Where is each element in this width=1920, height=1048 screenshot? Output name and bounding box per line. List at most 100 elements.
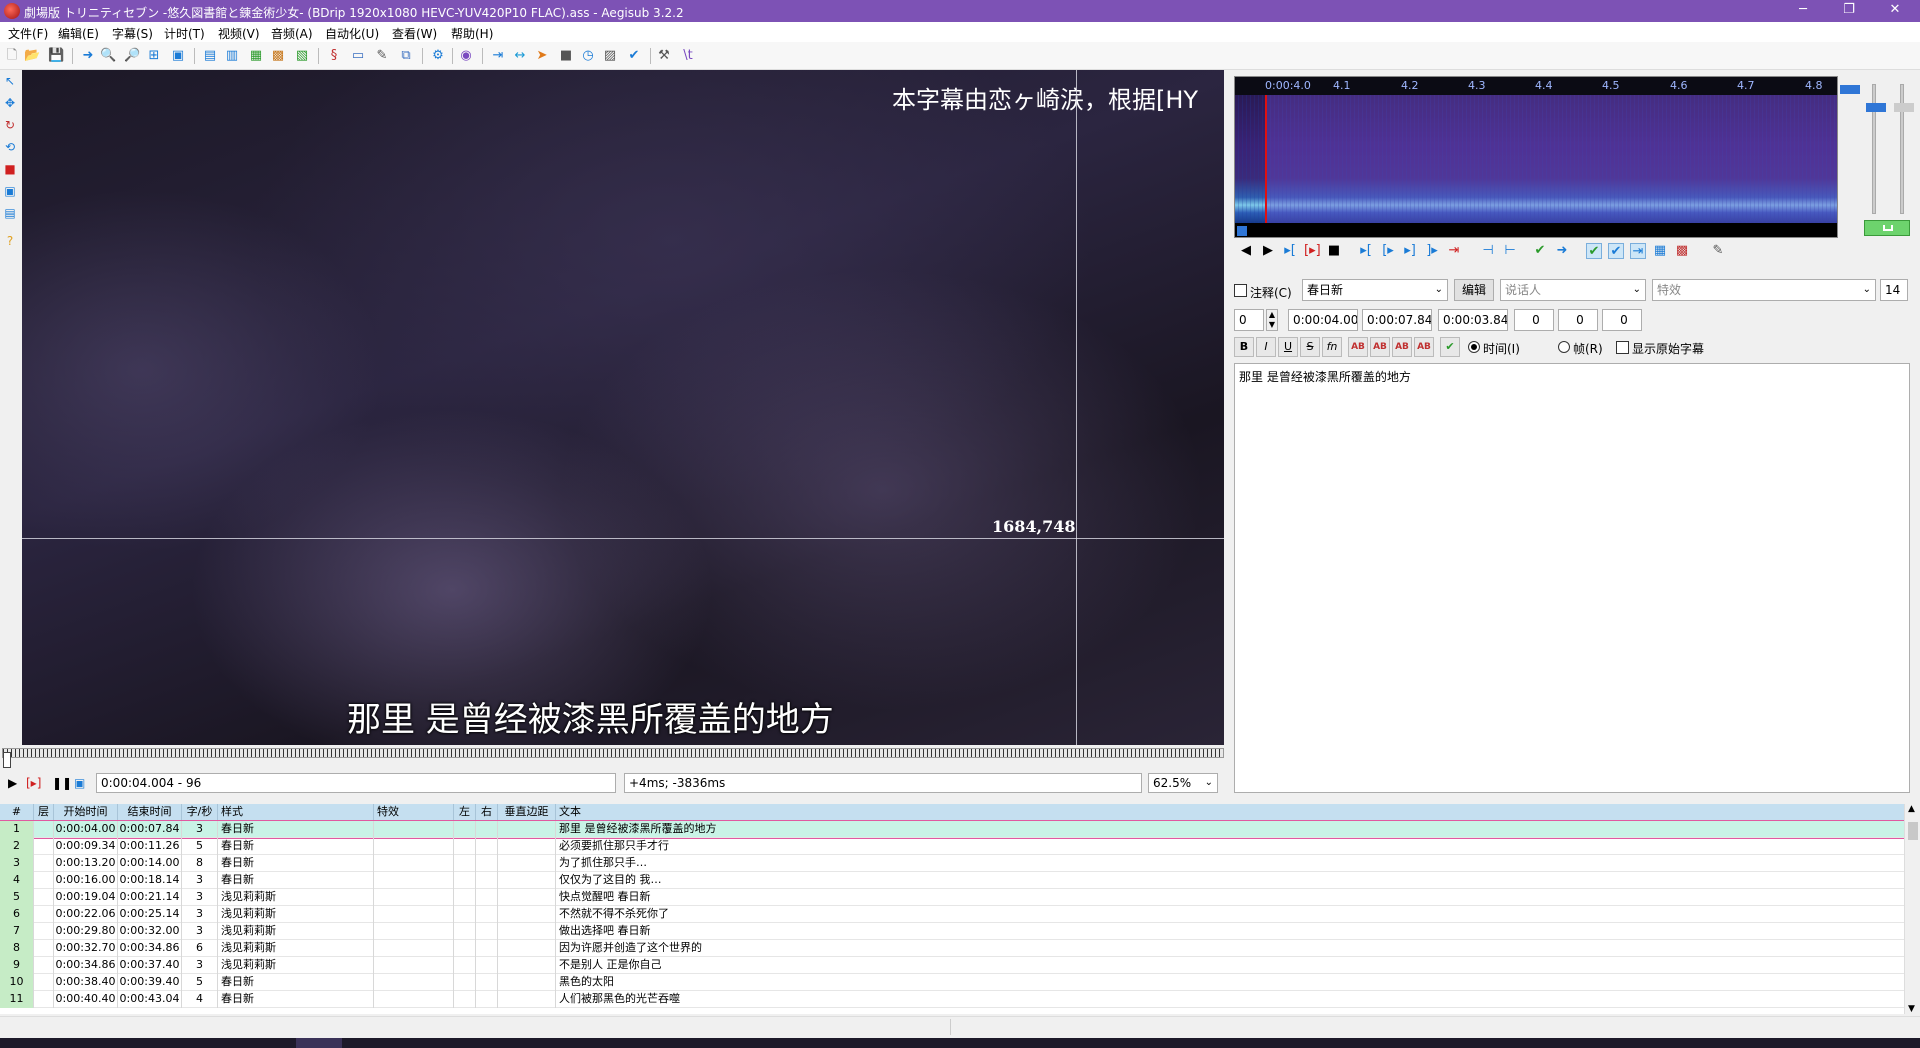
- audio-start-marker[interactable]: [1265, 95, 1267, 223]
- automation-icon[interactable]: ⚙: [430, 48, 446, 64]
- menu-automation[interactable]: 自动化(U): [325, 25, 379, 42]
- attachments-icon[interactable]: ▦: [248, 48, 264, 64]
- grid-scroll-thumb[interactable]: [1908, 822, 1918, 840]
- video-time-field[interactable]: 0:00:04.004 - 96: [96, 773, 616, 793]
- auto-next-icon[interactable]: ✔: [1608, 243, 1624, 259]
- open-file-icon[interactable]: 📂: [24, 48, 40, 64]
- zoom-out-icon[interactable]: 🔎: [124, 48, 140, 64]
- rotate-xy-tool-icon[interactable]: ⟲: [3, 140, 17, 154]
- video-display[interactable]: 本字幕由恋ヶ崎涙，根据[HY 1684,748 那里 是曾经被漆黑所覆盖的地方: [22, 70, 1224, 745]
- vector-clip-tool-icon[interactable]: ▤: [3, 206, 17, 220]
- resample-icon[interactable]: ▧: [294, 48, 310, 64]
- end-time-field[interactable]: 0:00:07.84: [1362, 309, 1432, 331]
- menu-view[interactable]: 查看(W): [392, 25, 437, 42]
- audio-selection[interactable]: [1265, 95, 1837, 223]
- grid-scrollbar[interactable]: ▲ ▼: [1904, 804, 1920, 1014]
- play-before-icon[interactable]: ▸[: [1358, 243, 1374, 259]
- play-to-end-icon[interactable]: ⇥: [1446, 243, 1462, 259]
- stop-icon[interactable]: ■: [558, 48, 574, 64]
- next-line-icon[interactable]: ▶: [1260, 243, 1276, 259]
- find-replace-icon[interactable]: ⧉: [398, 48, 414, 64]
- actor-select[interactable]: 说话人 ⌄: [1500, 279, 1646, 301]
- audio-scroll-thumb[interactable]: [1237, 226, 1247, 236]
- set-end-icon[interactable]: ⊢: [1502, 243, 1518, 259]
- restore-button[interactable]: ❐: [1826, 0, 1872, 22]
- fonts-collector-icon[interactable]: ▩: [270, 48, 286, 64]
- script-icon[interactable]: §: [326, 48, 342, 64]
- autoscroll-icon[interactable]: ▣: [74, 776, 85, 790]
- auto-scroll-audio-icon[interactable]: ⇥: [1630, 243, 1646, 259]
- stop-video-icon[interactable]: ❚❚: [52, 776, 72, 790]
- menu-edit[interactable]: 编辑(E): [58, 25, 99, 42]
- open-video-icon[interactable]: ▣: [170, 48, 186, 64]
- play-line-icon[interactable]: [▸]: [26, 776, 41, 790]
- table-row[interactable]: 6 0:00:22.06 0:00:25.14 3 浅见莉莉斯 不然就不得不杀死你了: [0, 906, 1904, 923]
- karaoke-icon[interactable]: ▩: [1674, 243, 1690, 259]
- col-header-layer[interactable]: 层: [34, 804, 54, 821]
- start-time-field[interactable]: 0:00:04.00: [1288, 309, 1358, 331]
- help-icon[interactable]: ?: [3, 234, 17, 248]
- table-row[interactable]: 1 0:00:04.00 0:00:07.84 3 春日新 那里 是曾经被漆黑所覆盖的地方: [0, 820, 1904, 839]
- spectrum-mode-icon[interactable]: ▦: [1652, 243, 1668, 259]
- col-header-text[interactable]: 文本: [556, 804, 1904, 821]
- col-header-margin-left[interactable]: 左: [454, 804, 476, 821]
- styles-manager-icon[interactable]: ▤: [202, 48, 218, 64]
- shadow-color-button[interactable]: AB: [1414, 337, 1434, 357]
- new-file-icon[interactable]: 🗋: [4, 48, 20, 64]
- video-seek-bar[interactable]: [2, 748, 1224, 758]
- close-button[interactable]: ✕: [1872, 0, 1918, 22]
- style-select[interactable]: 春日新 ⌄: [1302, 279, 1448, 301]
- options-tools-icon[interactable]: ⚒: [656, 48, 672, 64]
- scale-tool-icon[interactable]: ■: [3, 162, 17, 176]
- clock-icon[interactable]: ◷: [580, 48, 596, 64]
- font-button[interactable]: fn: [1322, 337, 1342, 357]
- col-header-effect[interactable]: 特效: [374, 804, 454, 821]
- play-selection-icon[interactable]: ▸[: [1282, 243, 1298, 259]
- audio-options-icon[interactable]: ✎: [1710, 243, 1726, 259]
- kanji-timer-icon[interactable]: ↔: [512, 48, 528, 64]
- table-row[interactable]: 3 0:00:13.20 0:00:14.00 8 春日新 为了抓住那只手…: [0, 855, 1904, 872]
- set-start-icon[interactable]: ⊣: [1480, 243, 1496, 259]
- outline-color-button[interactable]: AB: [1392, 337, 1412, 357]
- standard-tool-icon[interactable]: ↖: [3, 74, 17, 88]
- translation-assistant-icon[interactable]: ▭: [350, 48, 366, 64]
- audio-link-toggle[interactable]: [1864, 220, 1910, 236]
- play-before-end-icon[interactable]: ▸]: [1402, 243, 1418, 259]
- italic-button[interactable]: I: [1256, 337, 1276, 357]
- play-line-audio-icon[interactable]: [▸]: [1304, 243, 1321, 259]
- spell-check-icon[interactable]: ✎: [374, 48, 390, 64]
- prev-line-icon[interactable]: ◀: [1238, 243, 1254, 259]
- stop-audio-icon[interactable]: ■: [1326, 243, 1342, 259]
- taskbar-active-app[interactable]: [296, 1038, 342, 1048]
- audio-display[interactable]: 0:00:4.0 4.1 4.2 4.3 4.4 4.5 4.6 4.7 4.8: [1234, 76, 1838, 238]
- secondary-color-button[interactable]: AB: [1370, 337, 1390, 357]
- menu-help[interactable]: 帮助(H): [451, 25, 493, 42]
- underline-button[interactable]: U: [1278, 337, 1298, 357]
- frame-radio[interactable]: [1558, 341, 1570, 353]
- menu-audio[interactable]: 音频(A): [271, 25, 313, 42]
- snap-icon[interactable]: ⊞: [146, 48, 162, 64]
- audio-zoom-knob[interactable]: [1840, 85, 1860, 94]
- commit-icon[interactable]: ✔: [1532, 243, 1548, 259]
- shift-times-icon[interactable]: ⇥: [490, 48, 506, 64]
- table-row[interactable]: 8 0:00:32.70 0:00:34.86 6 浅见莉莉斯 因为许愿并创造了这个世界的: [0, 940, 1904, 957]
- table-row[interactable]: 11 0:00:40.40 0:00:43.04 4 春日新 人们被那黑色的光芒吞噬: [0, 991, 1904, 1008]
- table-row[interactable]: 10 0:00:38.40 0:00:39.40 5 春日新 黑色的太阳: [0, 974, 1904, 991]
- save-file-icon[interactable]: 💾: [48, 48, 64, 64]
- seek-thumb[interactable]: [3, 752, 11, 768]
- table-row[interactable]: 5 0:00:19.04 0:00:21.14 3 浅见莉莉斯 快点觉醒吧 春日新: [0, 889, 1904, 906]
- clip-tool-icon[interactable]: ▣: [3, 184, 17, 198]
- go-to-icon[interactable]: ➜: [1554, 243, 1570, 259]
- play-icon[interactable]: ▶: [8, 776, 17, 790]
- audio-scrollbar[interactable]: [1235, 223, 1837, 237]
- col-header-margin-vertical[interactable]: 垂直边距: [498, 804, 556, 821]
- scroll-up-icon[interactable]: ▲: [1908, 804, 1915, 814]
- strikeout-button[interactable]: S: [1300, 337, 1320, 357]
- subtitle-text-editor[interactable]: 那里 是曾经被漆黑所覆盖的地方: [1234, 363, 1910, 793]
- select-lines-icon[interactable]: ▨: [602, 48, 618, 64]
- rotate-z-tool-icon[interactable]: ↻: [3, 118, 17, 132]
- col-header-margin-right[interactable]: 右: [476, 804, 498, 821]
- audio-volume-knob[interactable]: [1894, 103, 1914, 112]
- zoom-select[interactable]: 62.5% ⌄: [1148, 773, 1218, 793]
- table-row[interactable]: 9 0:00:34.86 0:00:37.40 3 浅见莉莉斯 不是别人 正是你自己: [0, 957, 1904, 974]
